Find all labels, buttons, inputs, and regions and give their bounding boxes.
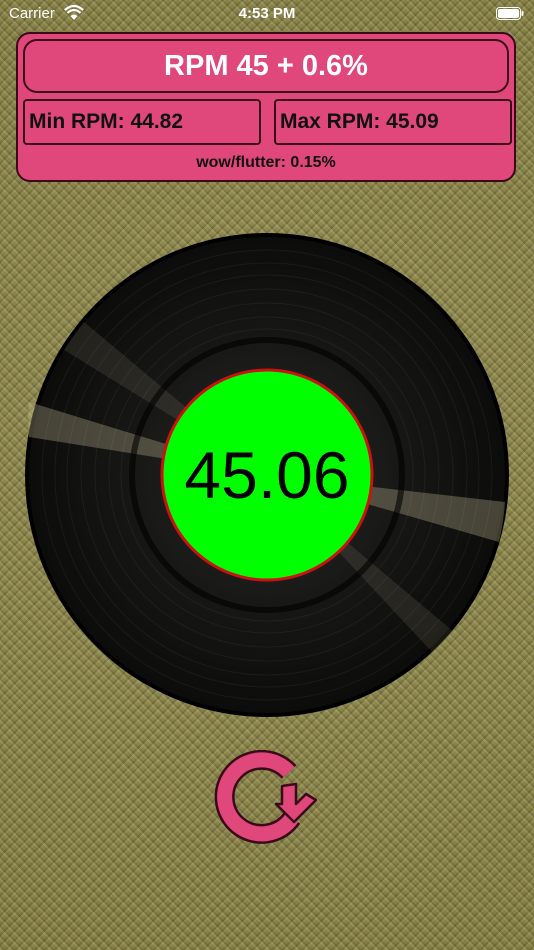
status-bar: Carrier 4:53 PM (0, 0, 534, 28)
vinyl-record: 45.06 (24, 232, 510, 718)
min-rpm-box: Min RPM: 44.82 (23, 99, 261, 145)
status-time: 4:53 PM (238, 5, 296, 22)
wow-flutter-label: wow/flutter: 0.15% (196, 154, 336, 171)
rpm-info-panel: RPM 45 + 0.6% Min RPM: 44.82 Max RPM: 45… (16, 32, 516, 182)
current-rpm-display: 45.06 (184, 438, 350, 512)
reset-button[interactable] (214, 749, 320, 844)
refresh-icon (214, 749, 318, 844)
rpm-target-header: RPM 45 + 0.6% (23, 39, 509, 93)
battery-icon (496, 7, 524, 20)
max-rpm-box: Max RPM: 45.09 (274, 99, 512, 145)
